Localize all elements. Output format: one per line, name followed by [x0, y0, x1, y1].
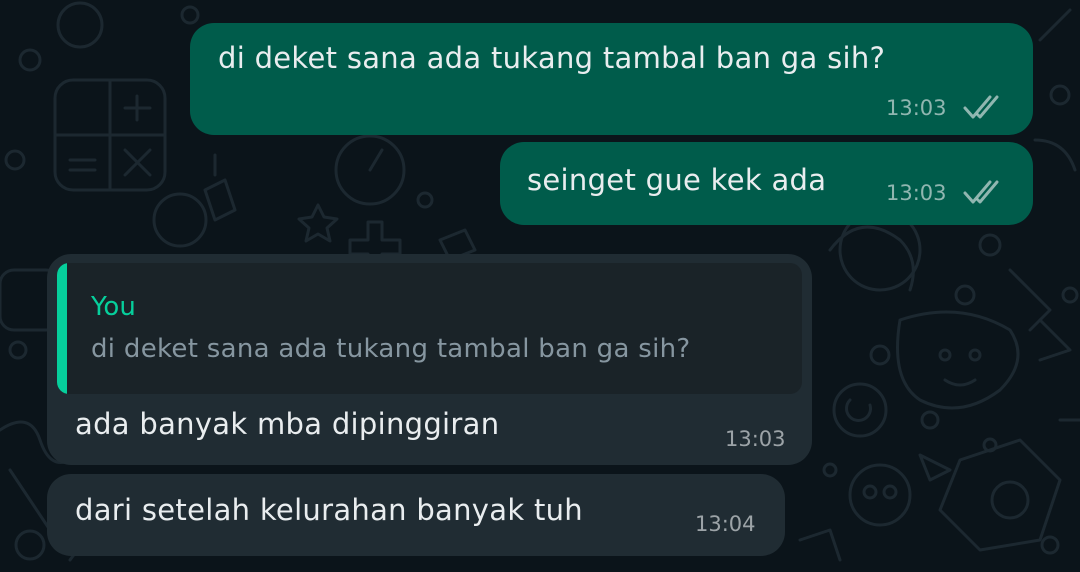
message-text: ada banyak mba dipinggiran — [75, 407, 500, 441]
message-time: 13:04 — [695, 512, 756, 536]
incoming-message-2[interactable]: dari setelah kelurahan banyak tuh 13:04 — [47, 474, 785, 556]
outgoing-message-1[interactable]: di deket sana ada tukang tambal ban ga s… — [190, 23, 1033, 135]
quote-text: di deket sana ada tukang tambal ban ga s… — [91, 334, 691, 364]
outgoing-message-2[interactable]: seinget gue kek ada 13:03 — [500, 142, 1033, 225]
message-time: 13:03 — [886, 181, 947, 205]
incoming-message-1[interactable]: You di deket sana ada tukang tambal ban … — [47, 254, 812, 465]
double-check-icon — [963, 180, 999, 204]
double-check-icon — [963, 95, 999, 119]
quoted-message[interactable]: You di deket sana ada tukang tambal ban … — [57, 263, 802, 394]
message-time: 13:03 — [725, 427, 786, 451]
message-text: seinget gue kek ada — [527, 163, 827, 197]
message-text: dari setelah kelurahan banyak tuh — [75, 493, 583, 527]
quote-accent-bar — [57, 263, 67, 394]
message-time: 13:03 — [886, 96, 947, 120]
quote-sender: You — [91, 292, 136, 322]
message-text: di deket sana ada tukang tambal ban ga s… — [218, 41, 886, 75]
